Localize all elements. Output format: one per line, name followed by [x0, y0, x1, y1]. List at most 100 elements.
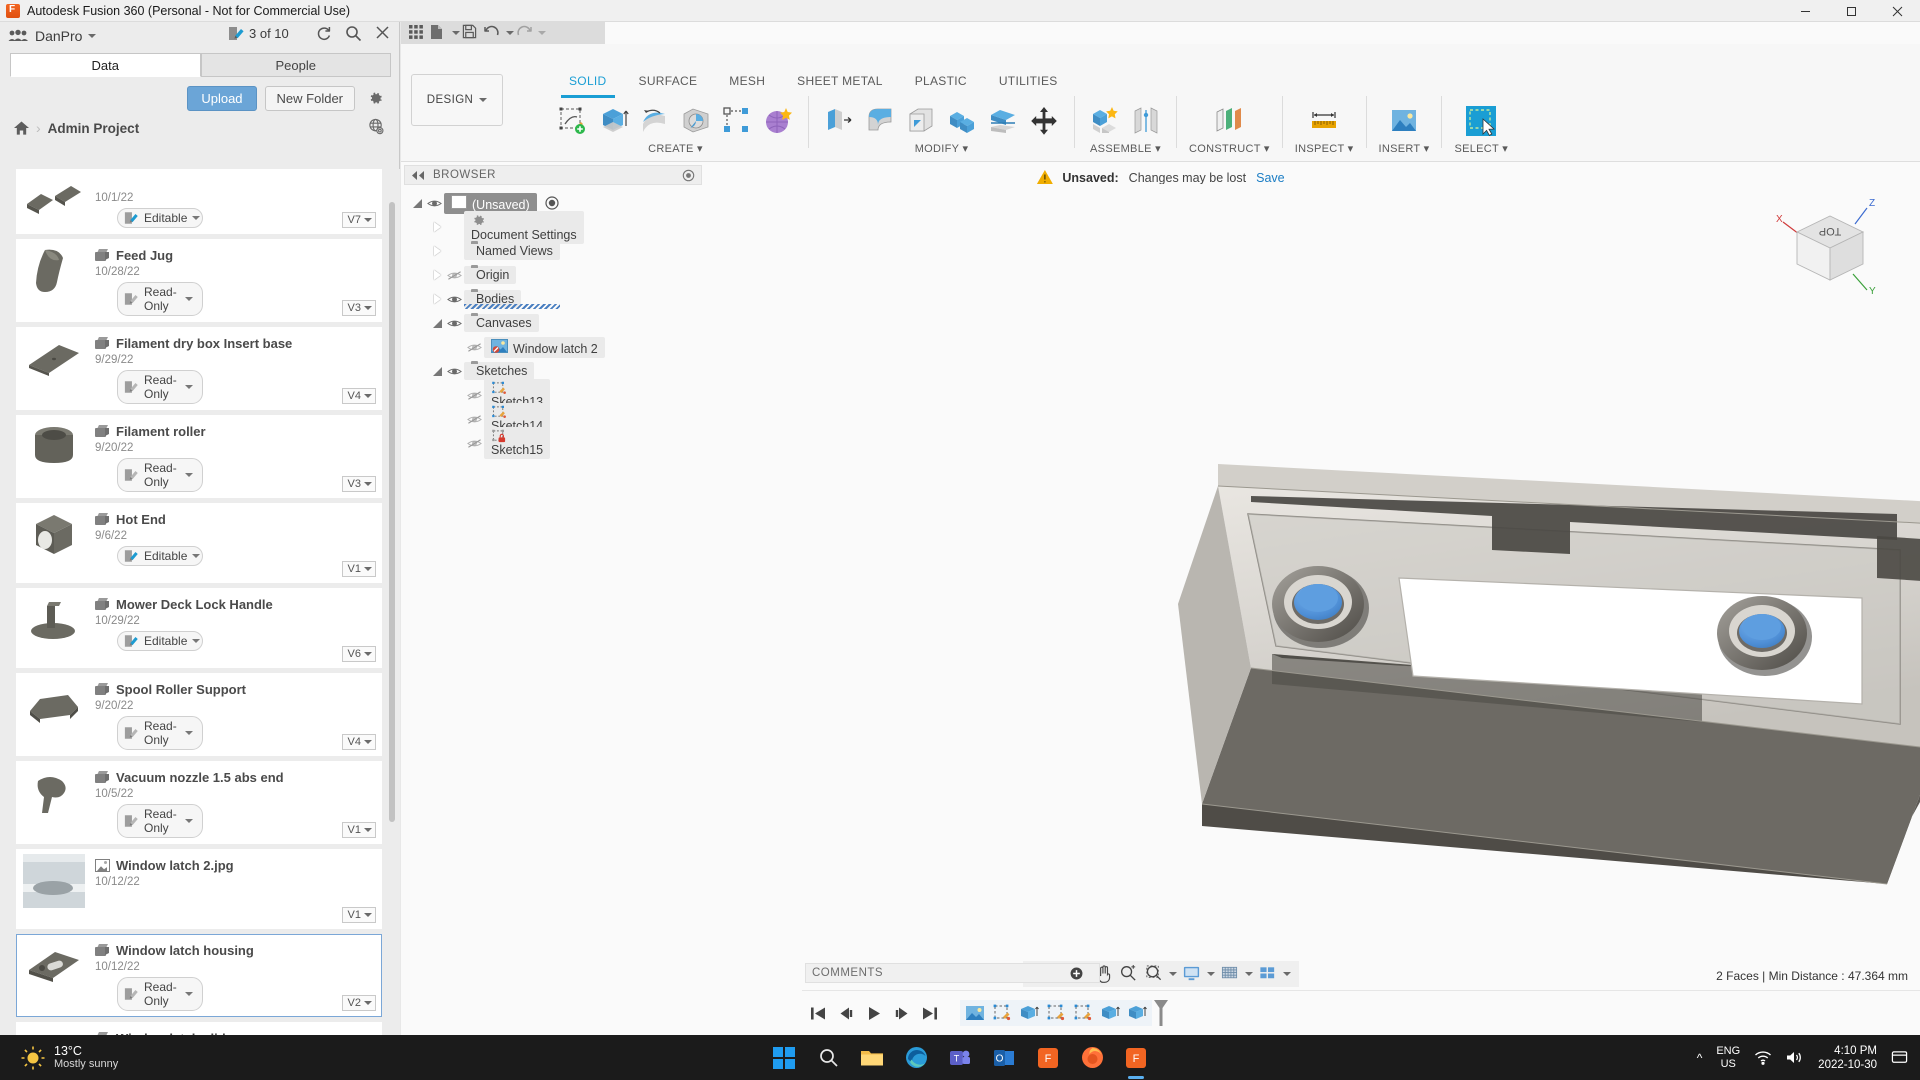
edge-icon[interactable]	[899, 1041, 933, 1075]
notification-center-icon[interactable]	[1891, 1049, 1908, 1066]
access-chevron-icon[interactable]	[185, 297, 193, 301]
skip-end-icon[interactable]	[922, 1006, 938, 1021]
step-back-icon[interactable]	[838, 1006, 854, 1021]
access-pill[interactable]: Read-Only	[117, 458, 203, 492]
version-chevron-icon[interactable]	[364, 394, 372, 398]
canvas-feature-icon[interactable]	[964, 1002, 986, 1024]
sketch-feature-icon-1[interactable]	[991, 1002, 1013, 1024]
tab-people[interactable]: People	[200, 53, 391, 77]
create-sketch-icon[interactable]	[555, 102, 591, 140]
browser-node-sketch15[interactable]: Sketch15	[404, 427, 702, 459]
weather-widget[interactable]: 13°C Mostly sunny	[20, 1044, 200, 1071]
expand-arrow-open-icon[interactable]	[430, 367, 444, 376]
eye-hidden-icon[interactable]	[464, 414, 484, 425]
wifi-icon[interactable]	[1754, 1050, 1772, 1065]
extrude-feature-icon-3[interactable]	[1126, 1002, 1148, 1024]
refresh-icon[interactable]	[315, 25, 333, 43]
timeline-feature-list[interactable]	[960, 1000, 1152, 1026]
group-label-create[interactable]: CREATE ▾	[648, 142, 703, 155]
access-pill[interactable]: Editable	[117, 631, 203, 651]
grid-snap-icon[interactable]	[1220, 964, 1240, 984]
pattern-icon[interactable]	[719, 102, 755, 140]
viewport-3d[interactable]: X Y Z TOP	[802, 184, 1920, 990]
fit-icon[interactable]	[1144, 964, 1164, 984]
group-label-modify[interactable]: MODIFY ▾	[915, 142, 969, 155]
start-icon[interactable]	[767, 1041, 801, 1075]
eye-visible-icon[interactable]	[424, 198, 444, 209]
grid-chevron-icon[interactable]	[1244, 972, 1253, 976]
access-pill[interactable]: Editable	[117, 208, 203, 228]
fillet-icon[interactable]	[862, 102, 898, 140]
access-pill[interactable]: Read-Only	[117, 804, 203, 838]
group-label-inspect[interactable]: INSPECT ▾	[1295, 142, 1354, 155]
new-folder-button[interactable]: New Folder	[264, 86, 355, 111]
version-badge[interactable]: V4	[341, 388, 376, 404]
redo-chevron-icon[interactable]	[538, 31, 546, 35]
access-chevron-icon[interactable]	[185, 385, 193, 389]
select-window-icon[interactable]	[1463, 102, 1499, 140]
data-panel-item-list[interactable]: 10/1/22 Editable V7 Feed Jug 10/28/22 Re…	[0, 169, 400, 1035]
file-chevron-icon[interactable]	[452, 31, 460, 35]
data-panel-item[interactable]: Filament roller 9/20/22 Read-Only V3	[16, 415, 382, 498]
data-panel-item[interactable]: Window latch 2.jpg 10/12/22 V1	[16, 849, 382, 929]
access-chevron-icon[interactable]	[185, 819, 193, 823]
zoom-icon[interactable]	[1119, 964, 1139, 984]
sweep-icon[interactable]	[678, 102, 714, 140]
move-copy-icon[interactable]	[1026, 102, 1062, 140]
eye-hidden-icon[interactable]	[464, 390, 484, 401]
offset-face-icon[interactable]	[985, 102, 1021, 140]
eye-hidden-icon[interactable]	[444, 270, 464, 281]
viewport-layout-icon[interactable]	[1258, 964, 1278, 984]
browser-node-document-settings[interactable]: Document Settings	[404, 210, 702, 244]
eye-visible-icon[interactable]	[444, 294, 464, 305]
access-pill[interactable]: Read-Only	[117, 370, 203, 404]
ribbon-tab-surface[interactable]: SURFACE	[623, 74, 714, 92]
shell-icon[interactable]	[903, 102, 939, 140]
version-badge[interactable]: V4	[341, 734, 376, 750]
browser-node-sketch14[interactable]: Sketch14	[404, 403, 702, 435]
browser-node-canvases[interactable]: Canvases	[404, 311, 702, 335]
browser-tree[interactable]: (Unsaved) Document Settings Named Views Ori…	[404, 191, 702, 459]
redo-icon[interactable]	[516, 24, 536, 42]
access-pill[interactable]: Read-Only	[117, 716, 203, 750]
access-pill[interactable]: Read-Only	[117, 977, 203, 1011]
insert-canvas-icon[interactable]	[1386, 102, 1422, 140]
eye-hidden-icon[interactable]	[464, 342, 484, 353]
data-panel-item[interactable]: Window latch slider 10/12/22 Read-Only V…	[16, 1022, 382, 1035]
eye-visible-icon[interactable]	[444, 366, 464, 377]
data-panel-item[interactable]: Mower Deck Lock Handle 10/29/22 Editable…	[16, 588, 382, 668]
tray-chevron-icon[interactable]: ^	[1697, 1051, 1703, 1065]
undo-icon[interactable]	[484, 24, 504, 42]
home-icon[interactable]	[14, 121, 29, 135]
browser-node-sketches[interactable]: Sketches	[404, 359, 702, 383]
group-label-construct[interactable]: CONSTRUCT ▾	[1189, 142, 1270, 155]
access-pill[interactable]: Editable	[117, 546, 203, 566]
undo-chevron-icon[interactable]	[506, 31, 514, 35]
data-panel-item[interactable]: Feed Jug 10/28/22 Read-Only V3	[16, 239, 382, 322]
extrude-feature-icon-1[interactable]	[1018, 1002, 1040, 1024]
version-badge[interactable]: V1	[341, 907, 376, 923]
display-settings-icon[interactable]	[1182, 964, 1202, 984]
display-chevron-icon[interactable]	[1206, 972, 1215, 976]
close-button[interactable]	[1874, 0, 1920, 22]
measure-icon[interactable]	[1306, 102, 1342, 140]
joint-icon[interactable]	[1128, 102, 1164, 140]
access-chevron-icon[interactable]	[185, 473, 193, 477]
version-badge[interactable]: V6	[341, 646, 376, 662]
ribbon-tab-plastic[interactable]: PLASTIC	[899, 74, 983, 92]
step-forward-icon[interactable]	[894, 1006, 910, 1021]
play-icon[interactable]	[866, 1006, 882, 1021]
version-badge[interactable]: V1	[341, 561, 376, 577]
eye-visible-icon[interactable]	[444, 318, 464, 329]
browser-node-sketch13[interactable]: Sketch13	[404, 379, 702, 411]
layout-chevron-icon[interactable]	[1282, 972, 1291, 976]
data-panel-item[interactable]: Hot End 9/6/22 Editable V1	[16, 503, 382, 583]
version-chevron-icon[interactable]	[364, 218, 372, 222]
ribbon-tab-solid[interactable]: SOLID	[553, 74, 623, 98]
access-chevron-icon[interactable]	[192, 216, 201, 220]
access-chevron-icon[interactable]	[185, 731, 193, 735]
clock[interactable]: 4:10 PM 2022-10-30	[1818, 1044, 1877, 1072]
data-panel-item[interactable]: Filament dry box Insert base 9/29/22 Rea…	[16, 327, 382, 410]
teams-icon[interactable]: T	[943, 1041, 977, 1075]
expand-arrow-open-icon[interactable]	[410, 199, 424, 208]
